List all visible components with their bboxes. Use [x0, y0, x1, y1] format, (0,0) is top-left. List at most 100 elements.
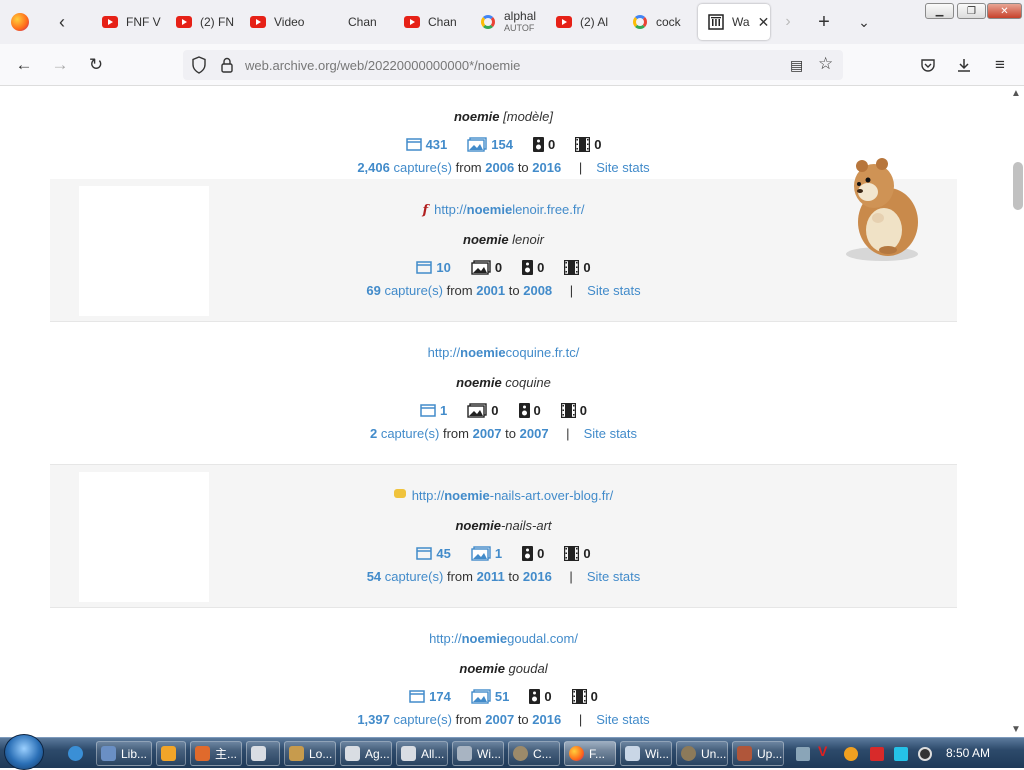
taskbar-item-4[interactable] — [246, 741, 280, 766]
url-text[interactable]: web.archive.org/web/20220000000000*/noem… — [245, 58, 520, 73]
to-year-link[interactable]: 2016 — [523, 569, 552, 584]
from-year-link[interactable]: 2011 — [477, 569, 505, 584]
to-year-link[interactable]: 2008 — [523, 283, 552, 298]
taskbar-item-2[interactable] — [156, 741, 186, 766]
taskbar-item-3[interactable]: 主... — [190, 741, 242, 766]
image-count[interactable]: 1 — [471, 546, 502, 561]
tab-5[interactable]: Chan — [394, 4, 468, 40]
close-tab-icon[interactable]: ✕ — [758, 14, 770, 31]
result-captures: 54 capture(s) from 2011 to 2016 | Site st… — [366, 569, 641, 584]
tab-2[interactable]: (2) FN — [166, 4, 240, 40]
lock-icon[interactable] — [219, 56, 235, 74]
from-year-link[interactable]: 2006 — [485, 160, 514, 175]
ie-quicklaunch[interactable] — [64, 741, 90, 766]
captures-count-link[interactable]: 2,406 — [357, 160, 390, 175]
tracking-protection-shield-icon[interactable] — [191, 56, 207, 74]
folder-icon — [289, 746, 304, 761]
bookmark-star-icon[interactable]: ☆ — [818, 54, 833, 74]
result-title: noemie goudal — [459, 661, 548, 676]
tab-scroll-left-icon[interactable]: ‹ — [44, 0, 80, 44]
result-title: noemie [modèle] — [453, 109, 553, 124]
list-tabs-button[interactable]: ⌄ — [850, 6, 878, 38]
tray-volume-icon[interactable] — [918, 747, 932, 761]
result-url-link[interactable]: f http://noemielenoir.free.fr/ — [50, 202, 957, 218]
image-count[interactable]: 154 — [467, 137, 513, 152]
to-year-link[interactable]: 2016 — [532, 712, 561, 727]
taskbar-item-8[interactable]: Wi... — [452, 741, 504, 766]
back-button[interactable]: ← — [10, 51, 38, 79]
result-url-link[interactable]: http://noemiecoquine.fr.tc/ — [50, 345, 957, 360]
taskbar-item-1[interactable]: Lib... — [96, 741, 152, 766]
html-count[interactable]: 174 — [409, 689, 451, 704]
tab-8[interactable]: cock — [622, 4, 696, 40]
captures-count-link[interactable]: 1,397 — [357, 712, 390, 727]
video-count: 0 — [571, 689, 598, 704]
tab-1[interactable]: FNF V — [92, 4, 166, 40]
reader-view-icon[interactable]: ▤ — [790, 57, 803, 74]
taskbar-item-6[interactable]: Ag... — [340, 741, 392, 766]
tab-wayback-active[interactable]: Wa ✕ — [698, 4, 770, 40]
address-bar[interactable]: web.archive.org/web/20220000000000*/noem… — [183, 50, 843, 80]
captures-count-link[interactable]: 2 — [370, 426, 377, 441]
tab-6[interactable]: alphal AUTOF — [470, 4, 544, 40]
scroll-down-arrow-icon[interactable]: ▼ — [1011, 724, 1021, 735]
site-stats-link[interactable]: Site stats — [596, 712, 649, 727]
site-stats-link[interactable]: Site stats — [584, 426, 637, 441]
firefox-menu-button[interactable] — [0, 0, 40, 44]
taskbar-item-13[interactable]: Up... — [732, 741, 784, 766]
tab-scroll-right-icon[interactable]: › — [776, 6, 800, 38]
from-year-link[interactable]: 2007 — [485, 712, 514, 727]
captures-count-link[interactable]: 69 — [366, 283, 380, 298]
tab-4[interactable]: Chan — [314, 4, 394, 40]
taskbar-item-9[interactable]: C... — [508, 741, 560, 766]
speaker-icon — [522, 260, 534, 275]
image-count[interactable]: 51 — [471, 689, 509, 704]
vertical-scrollbar[interactable]: ▲ ▼ — [1008, 86, 1024, 737]
new-tab-button[interactable]: + — [810, 6, 838, 38]
to-year-link[interactable]: 2016 — [532, 160, 561, 175]
restore-button[interactable]: ❐ — [957, 3, 986, 19]
result-captures: 2 capture(s) from 2007 to 2007 | Site sta… — [369, 426, 638, 441]
tray-v-icon[interactable]: V — [818, 743, 832, 759]
app-menu-icon[interactable]: ≡ — [986, 51, 1014, 79]
reload-button[interactable]: ↻ — [82, 51, 110, 79]
html-count[interactable]: 45 — [416, 546, 451, 561]
youtube-icon — [250, 14, 266, 30]
taskbar-item-11[interactable]: Wi... — [620, 741, 672, 766]
pocket-icon[interactable] — [914, 51, 942, 79]
close-window-button[interactable]: ✕ — [987, 3, 1022, 19]
taskbar-item-5[interactable]: Lo... — [284, 741, 336, 766]
film-icon — [560, 403, 576, 418]
tab-3[interactable]: Video — [240, 4, 314, 40]
captures-count-link[interactable]: 54 — [367, 569, 381, 584]
taskbar-item-12[interactable]: Un... — [676, 741, 728, 766]
tray-search-icon[interactable] — [844, 747, 858, 761]
html-count[interactable]: 10 — [416, 260, 451, 275]
forward-button[interactable]: → — [46, 51, 74, 79]
youtube-icon — [556, 14, 572, 30]
tray-flag-icon[interactable] — [870, 747, 884, 761]
html-count[interactable]: 1 — [420, 403, 447, 418]
start-button[interactable] — [4, 734, 44, 770]
scroll-up-arrow-icon[interactable]: ▲ — [1011, 88, 1021, 99]
taskbar-clock[interactable]: 8:50 AM — [946, 746, 990, 760]
to-year-link[interactable]: 2007 — [520, 426, 549, 441]
audio-count: 0 — [532, 137, 555, 152]
scrollbar-thumb[interactable] — [1013, 162, 1023, 210]
minimize-button[interactable]: ▁ — [925, 3, 954, 19]
site-stats-link[interactable]: Site stats — [587, 569, 640, 584]
from-year-link[interactable]: 2001 — [476, 283, 505, 298]
result-url-link[interactable]: http://noemiegoudal.com/ — [50, 631, 957, 646]
html-count[interactable]: 431 — [405, 137, 447, 152]
taskbar-item-firefox[interactable]: F... — [564, 741, 616, 766]
taskbar-item-7[interactable]: All... — [396, 741, 448, 766]
downloads-icon[interactable] — [950, 51, 978, 79]
tab-7[interactable]: (2) Al — [546, 4, 620, 40]
tray-keyboard-icon[interactable] — [796, 747, 810, 761]
tray-network-icon[interactable] — [894, 747, 908, 761]
webpage-icon — [416, 547, 433, 560]
from-year-link[interactable]: 2007 — [473, 426, 502, 441]
site-stats-link[interactable]: Site stats — [587, 283, 640, 298]
site-stats-link[interactable]: Site stats — [596, 160, 649, 175]
result-url-link[interactable]: http://noemie-nails-art.over-blog.fr/ — [50, 488, 957, 503]
